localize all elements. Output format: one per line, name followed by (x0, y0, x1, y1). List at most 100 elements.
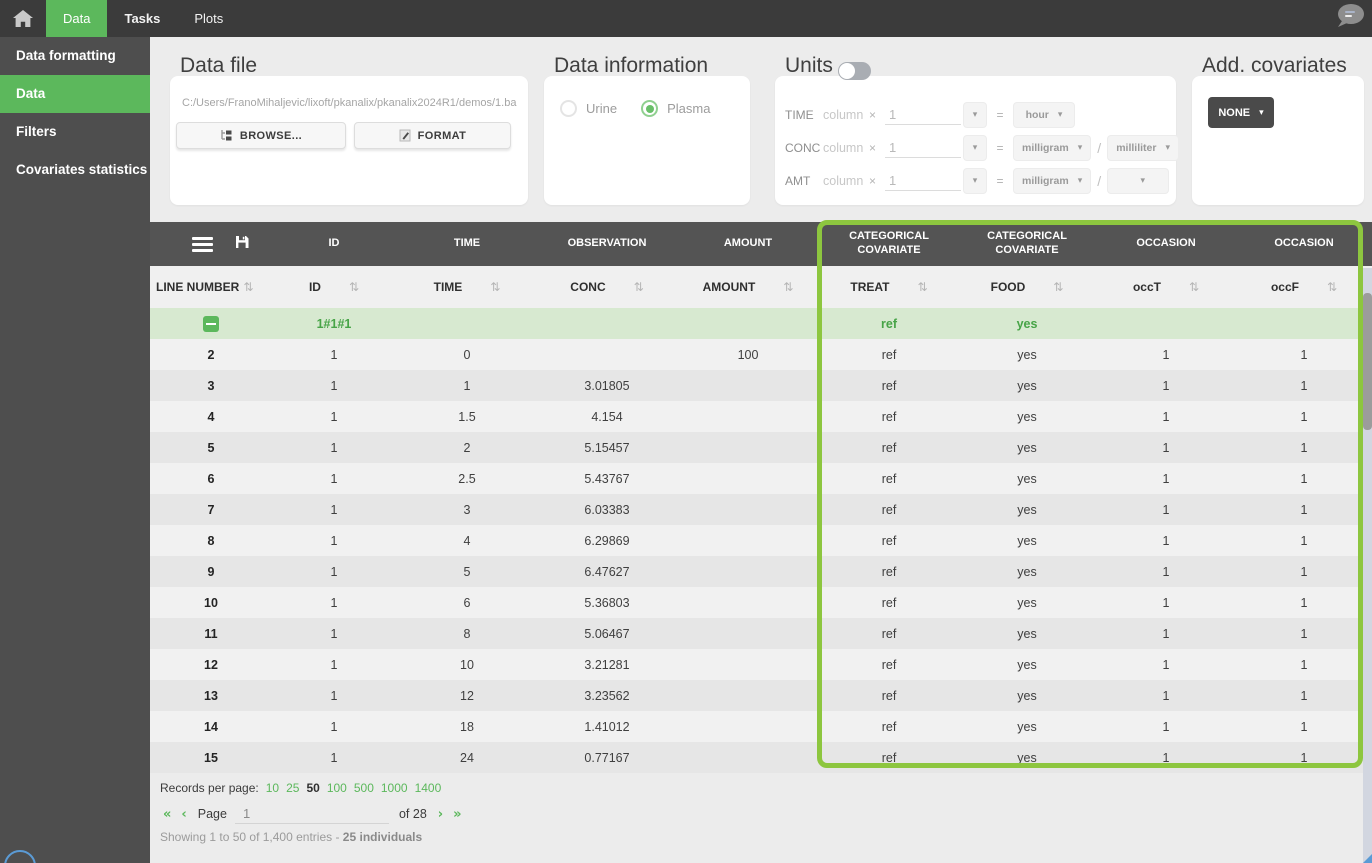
unit-dropdown-amt-numerator[interactable]: milligram▾ (1013, 168, 1091, 194)
column-select-dropdown[interactable]: ▾ (963, 168, 987, 194)
page-size-50[interactable]: 50 (306, 781, 319, 795)
page-number-input[interactable] (235, 804, 389, 824)
table-cell (676, 432, 820, 463)
add-covariates-title: Add. covariates (1202, 54, 1347, 78)
page-size-1000[interactable]: 1000 (381, 781, 408, 795)
table-cell: ref (820, 370, 958, 401)
table-row[interactable]: 3113.01805refyes11 (150, 370, 1372, 401)
table-cell (676, 711, 820, 742)
table-cell: ref (820, 587, 958, 618)
table-cell: 1 (272, 339, 396, 370)
tab-tasks[interactable]: Tasks (107, 0, 177, 37)
table-row[interactable]: 151240.77167refyes11 (150, 742, 1372, 773)
sidebar-item-data[interactable]: Data (0, 75, 150, 113)
table-cell: 2 (396, 432, 538, 463)
tab-data[interactable]: Data (46, 0, 107, 37)
unit-dropdown-label: milliliter (1116, 142, 1156, 154)
browse-button[interactable]: BROWSE... (176, 122, 346, 149)
table-row[interactable]: 9156.47627refyes11 (150, 556, 1372, 587)
next-page-button[interactable]: › (438, 807, 443, 822)
sort-icon[interactable]: ⇅ (490, 280, 500, 294)
table-row[interactable]: 5125.15457refyes11 (150, 432, 1372, 463)
column-type-time-1[interactable]: TIME (396, 222, 538, 266)
unit-factor-input[interactable] (885, 105, 961, 125)
table-cell: 1 (1236, 370, 1372, 401)
sort-icon[interactable]: ⇅ (1053, 280, 1063, 294)
unit-dropdown-conc-numerator[interactable]: milligram▾ (1013, 135, 1091, 161)
unit-factor-input[interactable] (885, 138, 961, 158)
sort-icon[interactable]: ⇅ (918, 280, 928, 294)
column-type-label: TIME (454, 237, 480, 251)
observation-type-radios: Urine Plasma (560, 100, 710, 117)
unit-dropdown-label: milligram (1022, 142, 1069, 154)
table-cell: 18 (396, 711, 538, 742)
radio-option-urine[interactable]: Urine (560, 100, 617, 117)
column-type-occasion-7[interactable]: OCCASION (1236, 222, 1372, 266)
table-row[interactable]: 612.55.43767refyes11 (150, 463, 1372, 494)
table-cell: 1 (1096, 463, 1236, 494)
collapse-minus-icon[interactable] (203, 316, 219, 332)
first-page-button[interactable]: « (163, 807, 171, 822)
unit-dropdown-time-numerator[interactable]: hour▾ (1013, 102, 1075, 128)
top-navigation-bar: DataTasksPlots (0, 0, 1372, 37)
table-cell: 1 (1096, 401, 1236, 432)
table-row[interactable]: 11185.06467refyes11 (150, 618, 1372, 649)
column-type-categorical-covariate-4[interactable]: CATEGORICAL COVARIATE (820, 222, 958, 266)
format-button[interactable]: FORMAT (354, 122, 511, 149)
units-toggle[interactable] (838, 62, 871, 80)
format-button-label: FORMAT (418, 130, 467, 142)
last-page-button[interactable]: » (453, 807, 461, 822)
page-size-1400[interactable]: 1400 (415, 781, 442, 795)
column-header-occf: occF⇅ (1236, 266, 1372, 308)
equals-sign: = (987, 174, 1013, 188)
radio-plasma-icon[interactable] (641, 100, 658, 117)
vertical-scrollbar-thumb[interactable] (1363, 293, 1372, 430)
table-row[interactable]: 210100refyes11 (150, 339, 1372, 370)
save-icon[interactable] (235, 235, 249, 254)
unit-factor-input[interactable] (885, 171, 961, 191)
sidebar-item-data-formatting[interactable]: Data formatting (0, 37, 150, 75)
page-size-25[interactable]: 25 (286, 781, 299, 795)
table-cell: yes (958, 463, 1096, 494)
table-row[interactable]: 8146.29869refyes11 (150, 525, 1372, 556)
unit-dropdown-label: milligram (1022, 175, 1069, 187)
hamburger-menu-icon[interactable] (192, 237, 213, 252)
sort-icon[interactable]: ⇅ (634, 280, 644, 294)
unit-dropdown-amt-denominator[interactable]: ▾ (1107, 168, 1169, 194)
table-cell (676, 494, 820, 525)
chat-button[interactable] (1334, 2, 1366, 35)
column-type-id-0[interactable]: ID (272, 222, 396, 266)
column-select-dropdown[interactable]: ▾ (963, 102, 987, 128)
page-size-500[interactable]: 500 (354, 781, 374, 795)
sort-icon[interactable]: ⇅ (243, 280, 253, 294)
page-size-10[interactable]: 10 (266, 781, 279, 795)
column-type-amount-3[interactable]: AMOUNT (676, 222, 820, 266)
table-row[interactable]: 411.54.154refyes11 (150, 401, 1372, 432)
sort-icon[interactable]: ⇅ (1327, 280, 1337, 294)
table-row[interactable]: 121103.21281refyes11 (150, 649, 1372, 680)
column-type-observation-2[interactable]: OBSERVATION (538, 222, 676, 266)
home-button[interactable] (0, 0, 46, 37)
radio-urine-icon[interactable] (560, 100, 577, 117)
radio-option-plasma[interactable]: Plasma (641, 100, 710, 117)
column-select-dropdown[interactable]: ▾ (963, 135, 987, 161)
prev-page-button[interactable]: ‹ (181, 807, 186, 822)
table-group-row[interactable]: 1#1#1refyes (150, 308, 1372, 339)
sidebar-item-covariates-statistics[interactable]: Covariates statistics (0, 151, 150, 189)
sort-icon[interactable]: ⇅ (1189, 280, 1199, 294)
sidebar-item-filters[interactable]: Filters (0, 113, 150, 151)
table-row[interactable]: 10165.36803refyes11 (150, 587, 1372, 618)
add-covariates-none-button[interactable]: NONE ▾ (1208, 97, 1274, 128)
unit-dropdown-conc-denominator[interactable]: milliliter▾ (1107, 135, 1179, 161)
sort-icon[interactable]: ⇅ (783, 280, 793, 294)
table-row[interactable]: 7136.03383refyes11 (150, 494, 1372, 525)
column-type-occasion-6[interactable]: OCCASION (1096, 222, 1236, 266)
table-cell: yes (958, 711, 1096, 742)
table-row[interactable]: 131123.23562refyes11 (150, 680, 1372, 711)
tab-plots[interactable]: Plots (177, 0, 240, 37)
column-type-categorical-covariate-5[interactable]: CATEGORICAL COVARIATE (958, 222, 1096, 266)
column-header-label: CONC (570, 280, 605, 294)
page-size-100[interactable]: 100 (327, 781, 347, 795)
table-row[interactable]: 141181.41012refyes11 (150, 711, 1372, 742)
sort-icon[interactable]: ⇅ (349, 280, 359, 294)
